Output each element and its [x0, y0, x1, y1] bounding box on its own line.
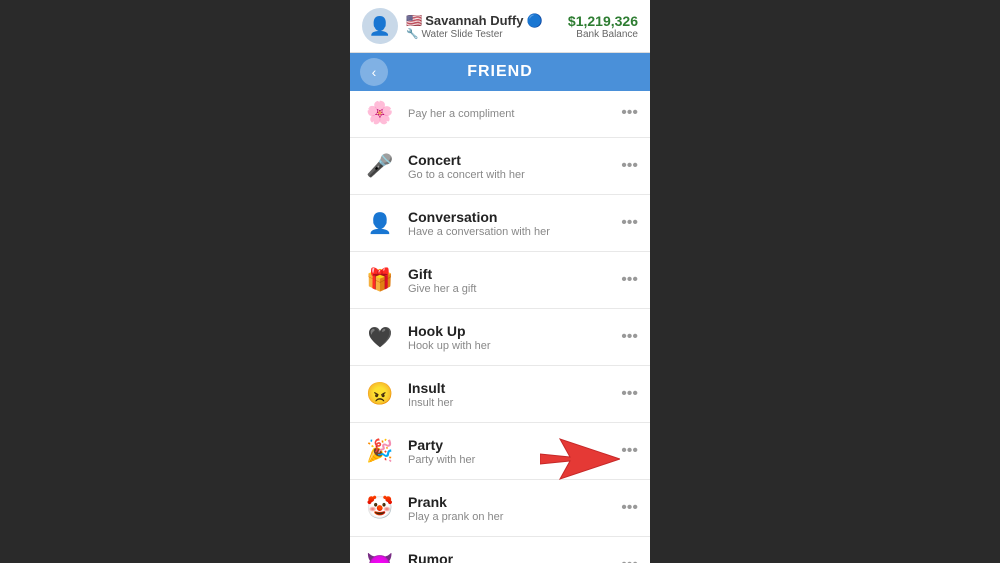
back-button[interactable]: ‹: [360, 58, 388, 86]
item-subtitle: Have a conversation with her: [408, 226, 613, 238]
item-subtitle: Pay her a compliment: [408, 108, 613, 120]
list-item-conversation[interactable]: 👤 Conversation Have a conversation with …: [350, 195, 650, 252]
item-content: Prank Play a prank on her: [408, 494, 613, 523]
list-item-concert[interactable]: 🎤 Concert Go to a concert with her •••: [350, 138, 650, 195]
more-button[interactable]: •••: [613, 328, 638, 346]
header-info: 🇺🇸 Savannah Duffy 🔵 🔧 Water Slide Tester: [406, 13, 543, 40]
hookup-icon: 🖤: [362, 319, 398, 355]
job-icon: 🔧: [406, 29, 418, 40]
bank-info: $1,219,326 Bank Balance: [568, 13, 638, 40]
prank-icon: 🤡: [362, 490, 398, 526]
list-item-rumor[interactable]: 😈 Rumor Start a rumor about her •••: [350, 537, 650, 563]
item-content: Gift Give her a gift: [408, 266, 613, 295]
verified-icon: 🔵: [526, 13, 542, 29]
item-title: Insult: [408, 380, 613, 396]
conversation-icon: 👤: [362, 205, 398, 241]
more-button[interactable]: •••: [613, 271, 638, 289]
bank-label: Bank Balance: [568, 29, 638, 40]
avatar: 👤: [362, 8, 398, 44]
item-content: Hook Up Hook up with her: [408, 323, 613, 352]
nav-title: FRIEND: [467, 63, 533, 81]
list-item-party[interactable]: 🎉 Party Party with her •••: [350, 423, 650, 480]
item-title: Concert: [408, 152, 613, 168]
item-icon: 🌸: [362, 95, 398, 131]
player-name: 🇺🇸 Savannah Duffy 🔵: [406, 13, 543, 29]
more-button[interactable]: •••: [613, 157, 638, 175]
more-button[interactable]: •••: [613, 214, 638, 232]
item-subtitle: Hook up with her: [408, 340, 613, 352]
nav-bar: ‹ FRIEND: [350, 53, 650, 91]
item-title: Prank: [408, 494, 613, 510]
list-item[interactable]: 🌸 Pay her a compliment •••: [350, 91, 650, 138]
more-button[interactable]: •••: [613, 104, 638, 122]
list-item-gift[interactable]: 🎁 Gift Give her a gift •••: [350, 252, 650, 309]
header: 👤 🇺🇸 Savannah Duffy 🔵 🔧 Water Slide Test…: [350, 0, 650, 53]
item-content: Rumor Start a rumor about her: [408, 551, 613, 563]
item-title: Rumor: [408, 551, 613, 563]
item-content: Concert Go to a concert with her: [408, 152, 613, 181]
more-button[interactable]: •••: [613, 499, 638, 517]
bank-amount: $1,219,326: [568, 13, 638, 29]
item-subtitle: Play a prank on her: [408, 511, 613, 523]
phone-container: 👤 🇺🇸 Savannah Duffy 🔵 🔧 Water Slide Test…: [350, 0, 650, 563]
item-content: Conversation Have a conversation with he…: [408, 209, 613, 238]
item-content: Insult Insult her: [408, 380, 613, 409]
item-subtitle: Give her a gift: [408, 283, 613, 295]
list-item-insult[interactable]: 😠 Insult Insult her •••: [350, 366, 650, 423]
flag-icon: 🇺🇸: [406, 13, 422, 29]
gift-icon: 🎁: [362, 262, 398, 298]
item-content: Pay her a compliment: [408, 107, 613, 120]
item-title: Hook Up: [408, 323, 613, 339]
rumor-icon: 😈: [362, 547, 398, 563]
item-title: Conversation: [408, 209, 613, 225]
more-button[interactable]: •••: [613, 385, 638, 403]
insult-icon: 😠: [362, 376, 398, 412]
list-item-hookup[interactable]: 🖤 Hook Up Hook up with her •••: [350, 309, 650, 366]
player-subtitle: 🔧 Water Slide Tester: [406, 29, 543, 40]
header-left: 👤 🇺🇸 Savannah Duffy 🔵 🔧 Water Slide Test…: [362, 8, 543, 44]
item-subtitle: Insult her: [408, 397, 613, 409]
actions-list: 🌸 Pay her a compliment ••• 🎤 Concert Go …: [350, 91, 650, 563]
party-icon: 🎉: [362, 433, 398, 469]
more-button[interactable]: •••: [613, 556, 638, 563]
red-arrow-indicator: [540, 434, 620, 489]
concert-icon: 🎤: [362, 148, 398, 184]
item-title: Gift: [408, 266, 613, 282]
item-subtitle: Go to a concert with her: [408, 169, 613, 181]
